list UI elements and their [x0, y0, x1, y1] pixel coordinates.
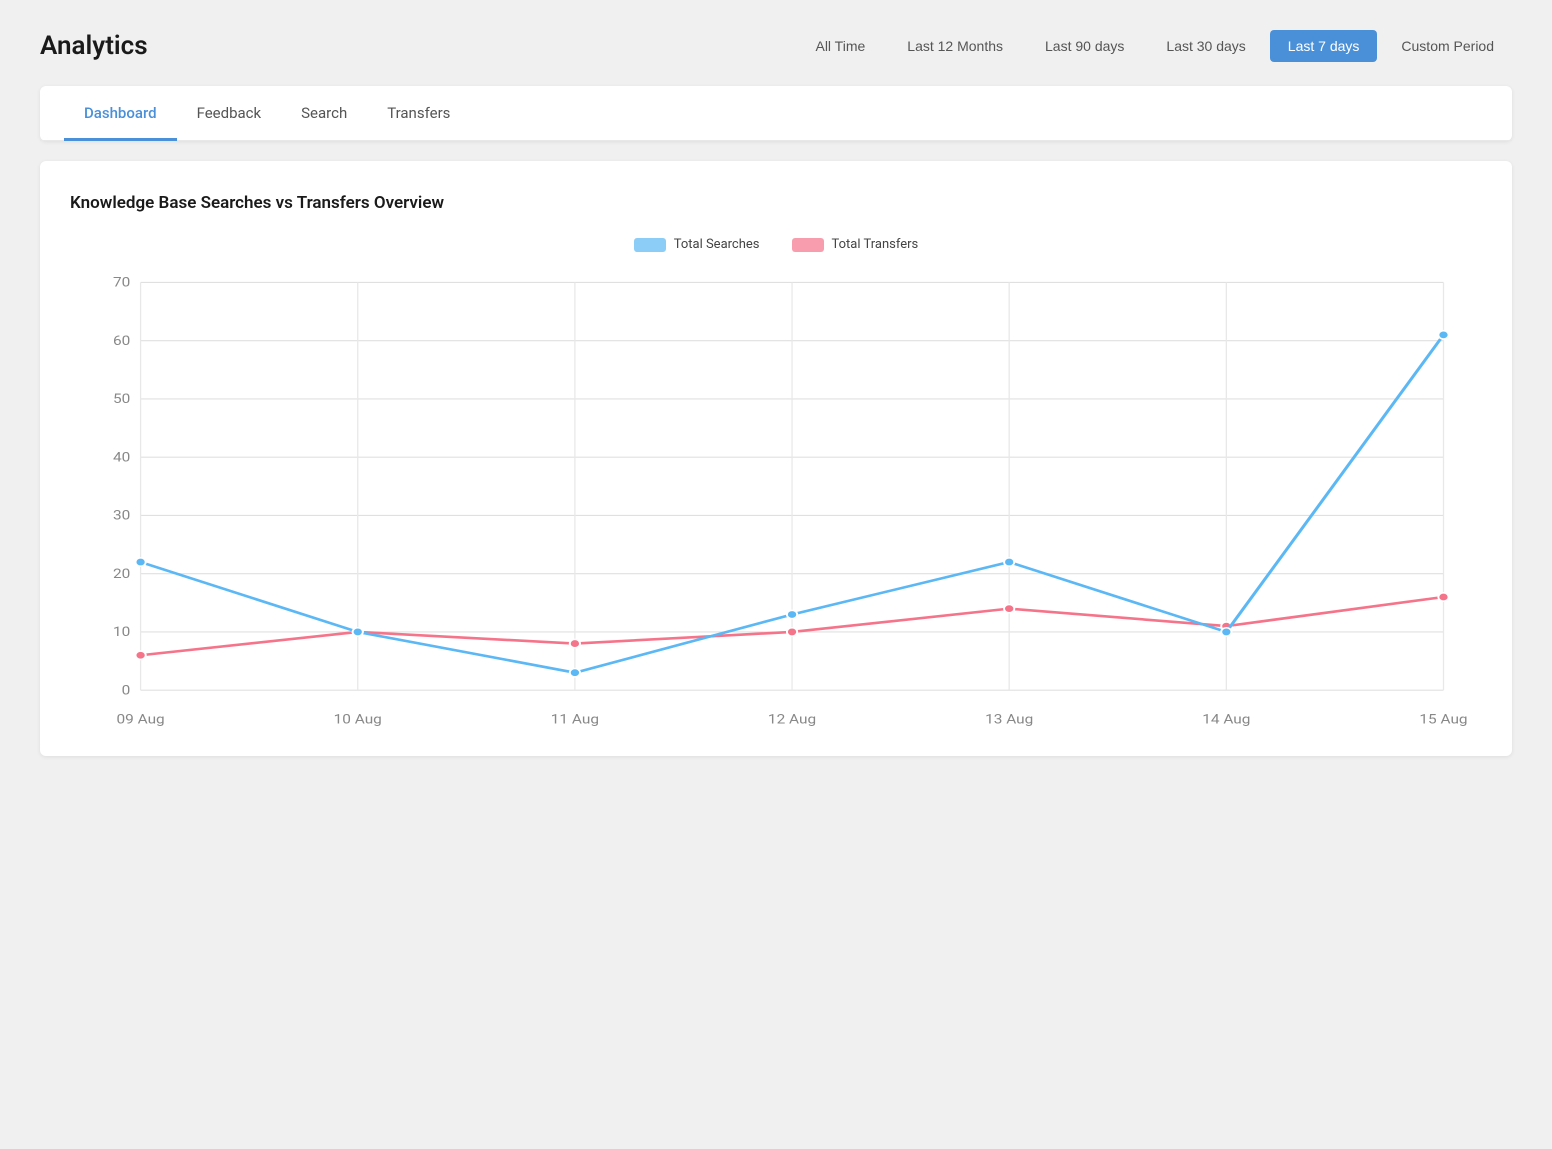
svg-text:30: 30 [113, 509, 130, 523]
legend-searches: Total Searches [634, 237, 760, 252]
svg-text:15 Aug: 15 Aug [1419, 713, 1467, 727]
searches-swatch [634, 238, 666, 252]
svg-text:09 Aug: 09 Aug [117, 713, 165, 727]
transfers-swatch [792, 238, 824, 252]
time-filter-bar: All Time Last 12 Months Last 90 days Las… [797, 30, 1512, 62]
chart-card: Knowledge Base Searches vs Transfers Ove… [40, 161, 1512, 756]
svg-text:50: 50 [113, 392, 130, 406]
line-chart: 0 10 20 30 40 50 60 70 09 Aug 10 Aug 11 Aug 12 Aug 1… [70, 272, 1482, 732]
filter-30-days[interactable]: Last 30 days [1148, 30, 1263, 62]
svg-text:0: 0 [122, 684, 131, 698]
filter-90-days[interactable]: Last 90 days [1027, 30, 1142, 62]
svg-text:70: 70 [113, 276, 130, 290]
svg-text:11 Aug: 11 Aug [551, 713, 599, 727]
svg-text:20: 20 [113, 567, 130, 581]
chart-container: 0 10 20 30 40 50 60 70 09 Aug 10 Aug 11 Aug 12 Aug 1… [70, 272, 1482, 732]
legend-searches-label: Total Searches [674, 237, 760, 252]
filter-7-days[interactable]: Last 7 days [1270, 30, 1378, 62]
page-title: Analytics [40, 31, 148, 61]
svg-text:10 Aug: 10 Aug [334, 713, 382, 727]
tab-transfers[interactable]: Transfers [367, 86, 470, 141]
svg-text:60: 60 [113, 334, 130, 348]
tabs-bar: Dashboard Feedback Search Transfers [40, 86, 1512, 141]
svg-text:12 Aug: 12 Aug [768, 713, 816, 727]
filter-custom-period[interactable]: Custom Period [1383, 30, 1512, 62]
chart-legend: Total Searches Total Transfers [70, 237, 1482, 252]
legend-transfers: Total Transfers [792, 237, 919, 252]
filter-all-time[interactable]: All Time [797, 30, 883, 62]
filter-12-months[interactable]: Last 12 Months [889, 30, 1021, 62]
tab-feedback[interactable]: Feedback [177, 86, 282, 141]
svg-text:10: 10 [113, 625, 130, 639]
legend-transfers-label: Total Transfers [832, 237, 919, 252]
svg-text:13 Aug: 13 Aug [985, 713, 1033, 727]
chart-title: Knowledge Base Searches vs Transfers Ove… [70, 193, 1482, 213]
tab-dashboard[interactable]: Dashboard [64, 86, 177, 141]
svg-text:14 Aug: 14 Aug [1202, 713, 1250, 727]
svg-text:40: 40 [113, 451, 130, 465]
tabs-card: Dashboard Feedback Search Transfers [40, 86, 1512, 141]
tab-search[interactable]: Search [281, 86, 367, 141]
